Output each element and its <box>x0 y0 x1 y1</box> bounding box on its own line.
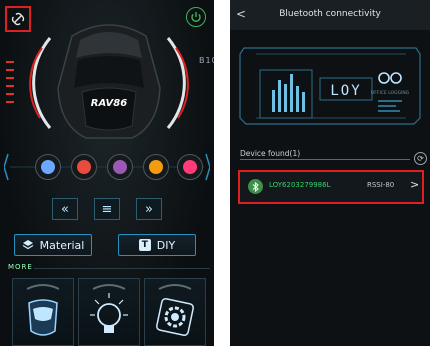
swatch-dot-4 <box>149 160 163 174</box>
decorative-ticks <box>6 61 14 103</box>
color-swatch-5[interactable] <box>177 154 203 180</box>
device-found-label: Device found(1) <box>240 149 301 158</box>
page-title: Bluetooth connectivity <box>279 9 381 19</box>
double-chevron-left-icon: « <box>61 201 69 217</box>
helmet-outline-icon <box>26 284 60 336</box>
material-label: Material <box>39 238 85 252</box>
color-swatch-row <box>4 150 210 184</box>
swatch-dot-3 <box>113 160 127 174</box>
top-bar: < Bluetooth connectivity <box>230 0 430 30</box>
swatch-dot-2 <box>77 160 91 174</box>
helmet-control-screen: RAV86 B10 « ≡ » Material T DIY MORE <box>0 0 214 346</box>
tile-helmet-effect[interactable] <box>12 278 74 346</box>
swatch-dot-5 <box>183 160 197 174</box>
more-section-label: MORE <box>8 263 33 271</box>
diy-label: DIY <box>156 238 176 252</box>
double-chevron-right-icon: » <box>145 201 153 217</box>
diy-button[interactable]: T DIY <box>118 234 196 256</box>
banner-logo: LOY <box>330 83 361 99</box>
chevron-right-icon: > <box>410 178 420 191</box>
menu-button[interactable]: ≡ <box>94 198 120 220</box>
helmet-preview: RAV86 <box>20 18 198 150</box>
swatch-dot-1 <box>41 160 55 174</box>
brand-logo: RAV86 <box>91 98 127 109</box>
tile-settings[interactable] <box>144 278 206 346</box>
device-list-item[interactable]: LOY6203279986L RSSI-80 > <box>238 170 424 204</box>
banner-subtitle: OFFICE LOGGING <box>371 90 410 96</box>
brand-banner: LOY OFFICE LOGGING <box>236 40 424 130</box>
previous-button[interactable]: « <box>52 198 78 220</box>
color-swatch-3[interactable] <box>107 154 133 180</box>
color-swatch-2[interactable] <box>71 154 97 180</box>
color-swatch-4[interactable] <box>143 154 169 180</box>
bluetooth-icon <box>248 179 263 194</box>
gear-icon <box>156 284 194 336</box>
menu-lines-icon: ≡ <box>101 201 113 217</box>
layers-icon <box>22 240 33 250</box>
bluetooth-screen: < Bluetooth connectivity LOY OFFICE LOGG… <box>230 0 430 346</box>
device-rssi: RSSI-80 <box>367 181 395 189</box>
more-divider <box>34 268 210 269</box>
next-button[interactable]: » <box>136 198 162 220</box>
material-button[interactable]: Material <box>14 234 92 256</box>
device-found-divider <box>240 159 410 160</box>
device-name: LOY6203279986L <box>269 181 331 189</box>
side-label: B10 <box>199 56 214 65</box>
text-tool-icon: T <box>138 239 151 251</box>
light-bulb-icon <box>90 284 128 333</box>
refresh-icon[interactable]: ⟳ <box>414 152 427 165</box>
tile-light-effect[interactable] <box>78 278 140 346</box>
color-swatch-1[interactable] <box>35 154 61 180</box>
